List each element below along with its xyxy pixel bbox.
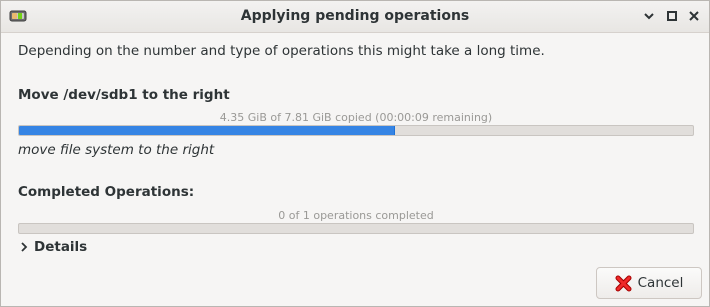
title-bar[interactable]: Applying pending operations xyxy=(1,1,709,33)
sub-operation-text: move file system to the right xyxy=(18,142,215,158)
maximize-icon[interactable] xyxy=(663,7,681,25)
completed-progress-text: 0 of 1 operations completed xyxy=(278,209,434,222)
current-operation-title: Move /dev/sdb1 to the right xyxy=(18,87,230,103)
dialog-description: Depending on the number and type of oper… xyxy=(18,43,545,59)
operation-progress-fill xyxy=(19,126,396,135)
completed-operations-title: Completed Operations: xyxy=(18,184,195,200)
details-expander[interactable]: Details xyxy=(18,239,87,255)
operation-progress-text: 4.35 GiB of 7.81 GiB copied (00:00:09 re… xyxy=(219,111,493,124)
window-title: Applying pending operations xyxy=(240,8,470,24)
cancel-label: Cancel xyxy=(637,275,684,291)
minimize-icon[interactable] xyxy=(640,7,658,25)
close-icon[interactable] xyxy=(685,7,703,25)
dialog-window: Applying pending operations Depending on… xyxy=(0,0,710,307)
details-label: Details xyxy=(34,239,88,255)
operation-progress-bar xyxy=(18,125,694,136)
chevron-right-icon xyxy=(21,242,28,252)
cancel-button[interactable]: Cancel xyxy=(596,267,702,299)
red-x-icon xyxy=(615,275,632,291)
completed-progress-bar xyxy=(18,223,694,234)
